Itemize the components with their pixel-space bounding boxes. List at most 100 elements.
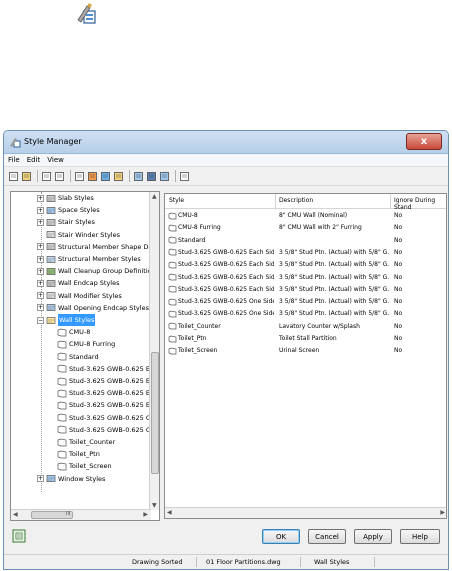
menu-edit[interactable]: Edit [27,156,41,164]
import-icon[interactable] [113,171,124,182]
expand-icon[interactable]: + [37,243,44,251]
cancel-button[interactable]: Cancel [308,529,346,544]
close-button[interactable]: x [406,133,442,150]
expand-icon[interactable]: + [37,194,44,202]
tree-item-stair-styles[interactable]: + Stair Styles [37,216,95,228]
tree-child-item[interactable]: Standard [57,351,99,363]
apply-button[interactable]: Apply [354,529,392,544]
wall-style-icon [168,261,177,269]
tree-item-label: Standard [69,352,99,361]
expand-icon[interactable]: + [37,267,44,275]
table-row[interactable]: CMU-8 8" CMU Wall (Nominal) No [165,210,446,222]
grid-horizontal-scrollbar[interactable]: ◀ ▶ [165,507,446,518]
tree-item-structural-member-styles[interactable]: + Structural Member Styles [37,253,141,265]
expand-icon[interactable]: + [37,292,44,300]
style-manager-icon [10,138,21,148]
paste-icon[interactable] [54,171,65,182]
copy-icon[interactable] [41,171,52,182]
tree-item-wall-endcap-styles[interactable]: + Wall Endcap Styles [37,277,120,289]
tree-item-space-styles[interactable]: + Space Styles [37,204,100,216]
column-header-style[interactable]: Style [169,197,184,204]
table-row[interactable]: Standard No [165,235,446,247]
tree-child-item[interactable]: Stud-3.625 GWB-0.625 Each [57,363,151,375]
expand-icon[interactable]: + [37,218,44,226]
filter-icon[interactable] [146,171,157,182]
expand-icon[interactable]: + [37,304,44,312]
open-icon[interactable] [21,171,32,182]
table-row[interactable]: Toilet_Ptn Toilet Stall Partition No [165,333,446,345]
styles-list-pane[interactable]: Style Description Ignore During Stand CM… [164,193,447,519]
help-book-icon[interactable] [12,529,26,543]
tree-item-slab-styles[interactable]: + Slab Styles [37,192,94,204]
column-header-ignore[interactable]: Ignore During Stand [394,197,446,211]
tree-child-item[interactable]: Stud-3.625 GWB-0.625 One [57,424,151,436]
table-row[interactable]: Stud-3.625 GWB-0.625 Each Sid... 3 5/8" S… [165,259,446,271]
scroll-right-icon[interactable]: ▶ [440,509,445,516]
table-row[interactable]: Toilet_Screen Urinal Screen No [165,345,446,357]
expand-icon[interactable]: + [37,255,44,263]
tree-item-label: Stud-3.625 GWB-0.625 Each [69,364,151,373]
ok-button[interactable]: OK [262,529,300,544]
view-icon[interactable] [159,171,170,182]
tree-item-wall-styles[interactable]: − Wall Styles [37,314,96,326]
tree-item-structural-member-shape-defin[interactable]: + Structural Member Shape Defin [37,241,151,253]
style-tree[interactable]: + Slab Styles + Space Styles + Stair Styles St… [11,192,151,510]
style-cell: Toilet_Counter [168,321,274,333]
status-section: Wall Styles [314,558,350,566]
scroll-up-icon[interactable]: ▲ [152,193,157,200]
scroll-down-icon[interactable]: ▼ [152,502,157,509]
tree-item-wall-modifier-styles[interactable]: + Wall Modifier Styles [37,290,122,302]
tree-vertical-scroll-thumb[interactable] [151,352,159,474]
tree-item-window-styles[interactable]: + Window Styles [37,473,105,485]
scroll-right-icon[interactable]: ▶ [143,511,148,518]
refresh-icon[interactable] [100,171,111,182]
tree-item-stair-winder-styles[interactable]: Stair Winder Styles [37,229,120,241]
menu-file[interactable]: File [8,156,20,164]
inspect-icon[interactable] [179,171,190,182]
purge-icon[interactable] [87,171,98,182]
tree-child-item[interactable]: CMU-8 [57,326,90,338]
style-manager-large-icon [77,3,96,24]
expand-icon[interactable]: + [37,475,44,483]
tree-child-item[interactable]: Stud-3.625 GWB-0.625 One [57,412,151,424]
column-divider[interactable] [390,194,391,208]
table-row[interactable]: Stud-3.625 GWB-0.625 Each Sid... 3 5/8" S… [165,284,446,296]
table-row[interactable]: Stud-3.625 GWB-0.625 One Side... 3 5/8" S… [165,296,446,308]
tree-item-wall-opening-endcap-styles[interactable]: + Wall Opening Endcap Styles [37,302,149,314]
column-header-description[interactable]: Description [279,197,313,204]
style-name: Stud-3.625 GWB-0.625 One Side... [178,298,274,306]
tree-child-item[interactable]: Toilet_Counter [57,436,115,448]
help-button[interactable]: Help [400,529,440,544]
tree-item-label: Wall Modifier Styles [58,291,122,300]
sort-icon[interactable] [133,171,144,182]
expand-icon[interactable]: + [37,279,44,287]
wall-style-icon [57,425,67,434]
new-icon[interactable] [8,171,19,182]
tree-child-item[interactable]: Stud-3.625 GWB-0.625 Each [57,399,151,411]
scroll-left-icon[interactable]: ◀ [13,511,18,518]
menu-view[interactable]: View [47,156,64,164]
tree-child-item[interactable]: Stud-3.625 GWB-0.625 Each [57,387,151,399]
tree-child-item[interactable]: Toilet_Screen [57,460,112,472]
column-divider[interactable] [275,194,276,208]
table-row[interactable]: CMU-8 Furring 8" CMU Wall with 2" Furring… [165,222,446,234]
tree-child-item[interactable]: Stud-3.625 GWB-0.625 Each [57,375,151,387]
collapse-icon[interactable]: − [37,316,44,324]
tree-vertical-scrollbar[interactable]: ▲ ▼ [149,192,159,510]
tree-item-label: Structural Member Styles [58,255,141,263]
tree-child-item[interactable]: Toilet_Ptn [57,448,100,460]
tree-child-item[interactable]: CMU-8 Furring [57,338,115,350]
table-row[interactable]: Toilet_Counter Lavatory Counter w/Splash N… [165,321,446,333]
tree-item-wall-cleanup-group-definition[interactable]: + Wall Cleanup Group Definition [37,265,151,277]
table-row[interactable]: Stud-3.625 GWB-0.625 One Side... 3 5/8" S… [165,308,446,320]
style-tree-pane[interactable]: + Slab Styles + Space Styles + Stair Styles St… [10,191,160,521]
status-bar: Drawing Sorted 01 Floor Partitions.dwg W… [4,554,448,569]
table-row[interactable]: Stud-3.625 GWB-0.625 Each Side 3 5/8" Stu… [165,247,446,259]
style-category-icon [46,231,56,238]
edit-icon[interactable] [74,171,85,182]
scroll-left-icon[interactable]: ◀ [167,509,172,516]
expand-icon[interactable]: + [37,206,44,214]
tree-horizontal-scrollbar[interactable]: ◀ III ▶ [11,509,151,520]
ignore-cell: No [394,248,403,256]
table-row[interactable]: Stud-3.625 GWB-0.625 Each Sid... 3 5/8" S… [165,272,446,284]
